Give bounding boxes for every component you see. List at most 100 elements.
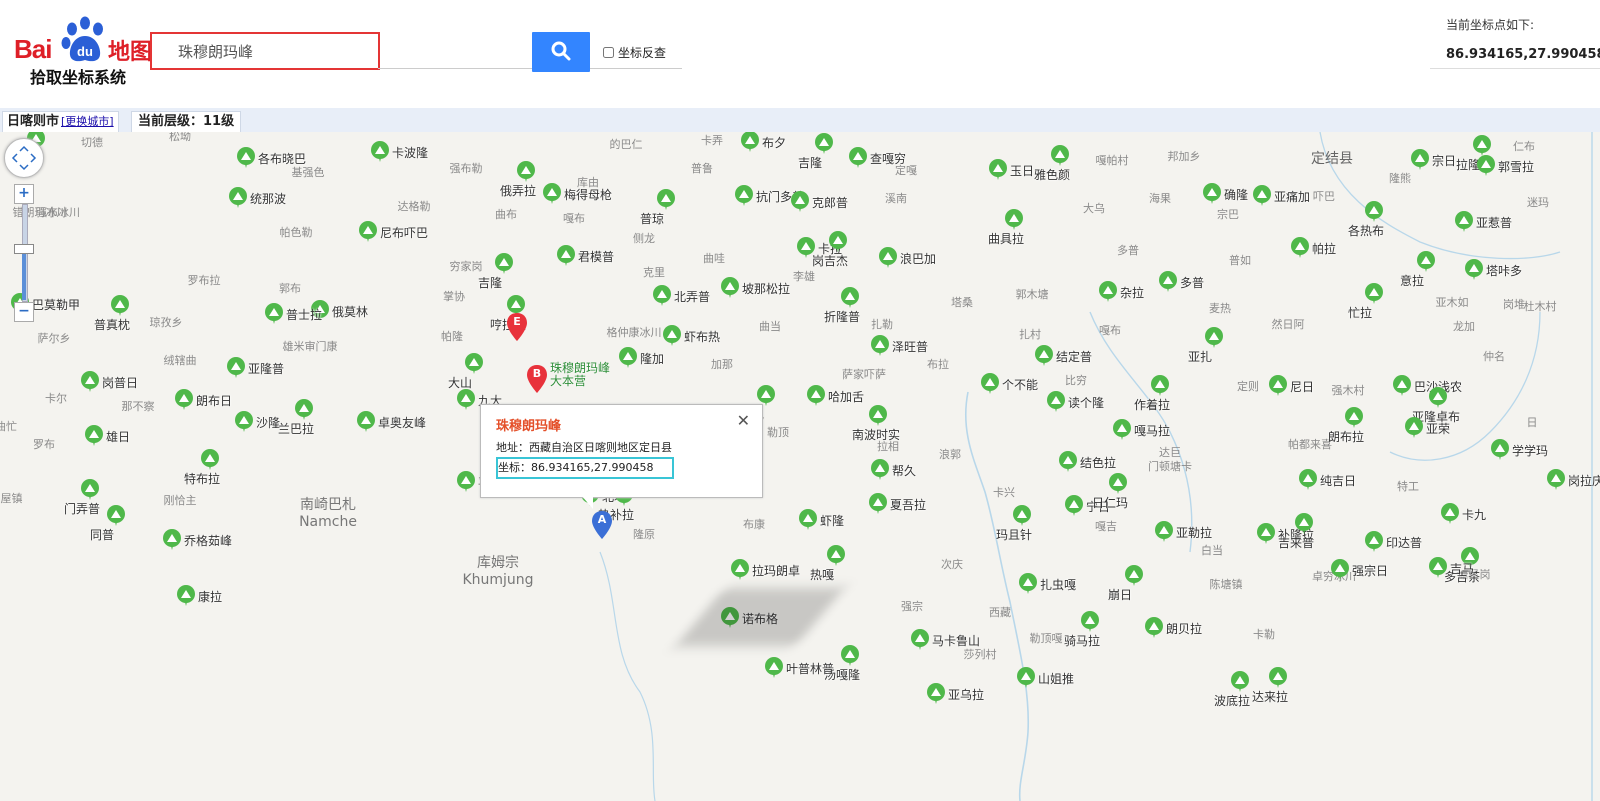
zoom-slider-handle[interactable] bbox=[14, 244, 34, 254]
place-marker[interactable]: 吉来普 bbox=[1278, 512, 1314, 550]
place-marker[interactable]: 朗布日 bbox=[174, 388, 232, 410]
place-marker[interactable]: 尼布吓巴 bbox=[358, 220, 428, 242]
place-marker[interactable]: 岗拉庆 bbox=[1546, 468, 1600, 490]
place-marker[interactable]: 亚乌拉 bbox=[926, 682, 984, 704]
place-marker[interactable]: 卡波隆 bbox=[370, 140, 428, 162]
place-marker[interactable]: 雅色颜 bbox=[1034, 144, 1070, 182]
place-marker[interactable]: 亚勒拉 bbox=[1154, 520, 1212, 542]
place-marker[interactable]: 波底拉 bbox=[1214, 670, 1250, 708]
coord-value[interactable]: 86.934165,27.990458 bbox=[1430, 47, 1600, 69]
place-marker[interactable]: 北弄普 bbox=[652, 284, 710, 306]
place-marker[interactable]: 夏吾拉 bbox=[868, 492, 926, 514]
place-marker[interactable]: 克郎普 bbox=[790, 190, 848, 212]
place-marker[interactable]: 确隆 bbox=[1202, 182, 1248, 204]
place-marker[interactable]: 朗贝拉 bbox=[1144, 616, 1202, 638]
place-marker[interactable]: 多普 bbox=[1158, 270, 1204, 292]
place-marker[interactable]: 普士拉 bbox=[264, 302, 322, 324]
place-marker[interactable]: 普真枕 bbox=[94, 294, 130, 332]
place-marker[interactable]: 兰巴拉 bbox=[278, 398, 314, 436]
place-marker[interactable]: 沙隆 bbox=[234, 410, 280, 432]
place-marker[interactable]: 卡九 bbox=[1440, 502, 1486, 524]
place-marker[interactable]: 普琼 bbox=[640, 188, 676, 226]
place-marker[interactable]: 强宗日 bbox=[1330, 558, 1388, 580]
place-marker[interactable]: 南波时实 bbox=[852, 404, 900, 442]
place-marker[interactable]: 俄弄拉 bbox=[500, 160, 536, 198]
place-marker[interactable]: 结色拉 bbox=[1058, 450, 1116, 472]
search-input[interactable] bbox=[150, 32, 380, 70]
place-marker[interactable]: 虾隆 bbox=[798, 508, 844, 530]
place-marker[interactable]: 君模普 bbox=[556, 244, 614, 266]
place-marker[interactable]: 意拉 bbox=[1400, 250, 1436, 288]
popup-coordinate[interactable]: 坐标：86.934165,27.990458 bbox=[496, 457, 674, 479]
place-marker[interactable]: 亚荣 bbox=[1404, 416, 1450, 438]
marker-a[interactable]: A bbox=[591, 510, 613, 540]
place-marker[interactable]: 读个隆 bbox=[1046, 390, 1104, 412]
map-canvas[interactable]: 切德 松坳 的巴仁 卡弄 嘎帕村 邦加乡 仁布 强布冰川 基强色 强布勒 库由 普鲁 定嘎 错朗玛冰川 达格… bbox=[0, 132, 1600, 801]
place-marker[interactable]: 尼日 bbox=[1268, 374, 1314, 396]
place-marker[interactable]: 马卡鲁山 bbox=[910, 628, 980, 650]
place-marker[interactable]: 吉隆 bbox=[798, 132, 834, 170]
place-marker[interactable]: 哈加舌 bbox=[806, 384, 864, 406]
search-button[interactable] bbox=[532, 32, 590, 72]
place-marker[interactable]: 虾布热 bbox=[662, 324, 720, 346]
place-marker[interactable]: 拉隆拉 bbox=[1456, 134, 1492, 172]
place-marker[interactable]: 学学玛 bbox=[1490, 438, 1548, 460]
place-marker[interactable]: 骑马拉 bbox=[1064, 610, 1100, 648]
place-marker[interactable]: 郎扎 bbox=[740, 384, 776, 422]
place-marker[interactable]: 塔咔多 bbox=[1464, 258, 1522, 280]
place-marker[interactable]: 坡那松拉 bbox=[720, 276, 790, 298]
place-marker[interactable]: 热嘎 bbox=[810, 544, 846, 582]
marker-b[interactable]: B bbox=[526, 364, 548, 394]
place-marker[interactable]: 折隆普 bbox=[824, 286, 860, 324]
place-marker[interactable]: 崩日 bbox=[1108, 564, 1144, 602]
place-marker[interactable]: 查嘎穷 bbox=[848, 146, 906, 168]
place-marker[interactable]: 纯吉日 bbox=[1298, 468, 1356, 490]
place-marker[interactable]: 玉日 bbox=[988, 158, 1034, 180]
place-marker[interactable]: 达来拉 bbox=[1252, 666, 1288, 704]
place-marker[interactable]: 梅得母枪 bbox=[542, 182, 612, 204]
place-marker[interactable]: 亚扎 bbox=[1188, 326, 1224, 364]
place-marker[interactable]: 曲具拉 bbox=[988, 208, 1024, 246]
place-marker[interactable]: 嘎马拉 bbox=[1112, 418, 1170, 440]
place-marker[interactable]: 布夕 bbox=[740, 132, 786, 152]
place-marker[interactable]: 宗日 bbox=[1410, 148, 1456, 170]
close-icon[interactable]: ✕ bbox=[737, 411, 750, 430]
place-marker[interactable]: 大山 bbox=[448, 352, 484, 390]
place-marker[interactable]: 玛且针 bbox=[996, 504, 1032, 542]
place-marker[interactable]: 乔格茹峰 bbox=[162, 528, 232, 550]
reverse-lookup[interactable]: 坐标反查 bbox=[603, 44, 666, 61]
place-marker[interactable]: 亚隆卓布 bbox=[1412, 386, 1460, 424]
place-marker[interactable]: 康拉 bbox=[176, 584, 222, 606]
place-marker[interactable]: 叶普林普 bbox=[764, 656, 834, 678]
place-marker[interactable]: 隆加 bbox=[618, 346, 664, 368]
switch-city-link[interactable]: [更换城市] bbox=[61, 112, 114, 132]
place-marker[interactable]: 忙拉 bbox=[1348, 282, 1384, 320]
place-marker[interactable]: 岗吉杰 bbox=[812, 230, 848, 268]
place-marker[interactable]: 朗布拉 bbox=[1328, 406, 1364, 444]
place-marker[interactable]: 亚痛加 bbox=[1252, 184, 1310, 206]
place-marker[interactable]: 九大 bbox=[456, 388, 502, 410]
place-marker[interactable]: 亚隆普 bbox=[226, 356, 284, 378]
baidu-map-logo[interactable]: Bai du 地图 拾取坐标系统 bbox=[14, 14, 154, 87]
place-marker[interactable]: 特布拉 bbox=[184, 448, 220, 486]
place-marker[interactable]: 同普 bbox=[90, 504, 126, 542]
place-marker[interactable]: 岗普日 bbox=[80, 370, 138, 392]
place-marker[interactable]: 吉隆 bbox=[478, 252, 514, 290]
reverse-lookup-checkbox[interactable] bbox=[603, 47, 614, 58]
place-marker[interactable]: 拉玛朗卓 bbox=[730, 558, 800, 580]
place-marker[interactable]: 各布晓巴 bbox=[236, 146, 306, 168]
place-marker[interactable]: 印达普 bbox=[1364, 530, 1422, 552]
place-marker[interactable]: 泽旺普 bbox=[870, 334, 928, 356]
marker-e[interactable]: E bbox=[506, 312, 528, 342]
place-marker[interactable]: 帕拉 bbox=[1290, 236, 1336, 258]
zoom-in-button[interactable]: + bbox=[14, 184, 34, 204]
place-marker[interactable]: 山姐推 bbox=[1016, 666, 1074, 688]
place-marker[interactable]: 卓奥友峰 bbox=[356, 410, 426, 432]
place-marker[interactable]: 补隆拉 bbox=[1256, 522, 1314, 544]
place-marker[interactable]: 作着拉 bbox=[1134, 374, 1170, 412]
place-marker[interactable]: 帮久 bbox=[870, 458, 916, 480]
place-marker[interactable]: 吉马 bbox=[1428, 556, 1474, 578]
place-marker[interactable]: 雄日 bbox=[84, 424, 130, 446]
pan-control[interactable] bbox=[4, 138, 44, 178]
place-marker[interactable]: 杂拉 bbox=[1098, 280, 1144, 302]
